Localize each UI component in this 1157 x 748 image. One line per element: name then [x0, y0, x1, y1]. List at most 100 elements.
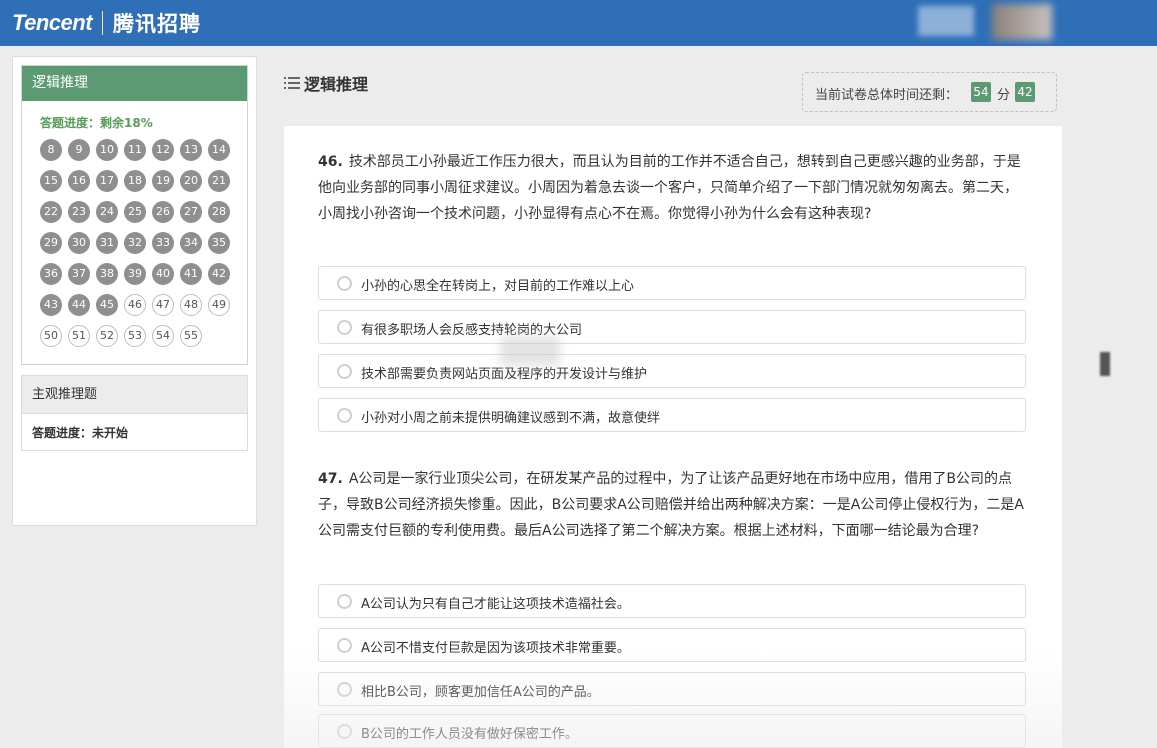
option-label: 相比B公司，顾客更加信任A公司的产品。 — [361, 685, 600, 700]
option-label: 小孙的心思全在转岗上，对目前的工作难以上心 — [361, 279, 635, 294]
question-number-8[interactable]: 8 — [40, 139, 62, 161]
question-number-21[interactable]: 21 — [208, 170, 230, 192]
question-number-37[interactable]: 37 — [68, 263, 90, 285]
blurred-user-info — [918, 6, 974, 36]
brand-logo[interactable]: Tencent 腾讯招聘 — [12, 7, 201, 39]
section-subjective: 主观推理题 答题进度：未开始 — [21, 375, 248, 451]
question-navigator: 逻辑推理 答题进度：剩余18% 8 9 10 11 12 13 14 15 16 17 18 19 20… — [12, 56, 257, 526]
question-number-15[interactable]: 15 — [40, 170, 62, 192]
question-number-14[interactable]: 14 — [208, 139, 230, 161]
radio-icon[interactable] — [337, 276, 352, 291]
question-number-31[interactable]: 31 — [96, 232, 118, 254]
radio-icon[interactable] — [337, 638, 352, 653]
question-number-47[interactable]: 47 — [152, 294, 174, 316]
question-number-44[interactable]: 44 — [68, 294, 90, 316]
question-panel: 逻辑推理 当前试卷总体时间还剩： 54 分 42 46. 技术部员工小孙最近工作压… — [284, 56, 1062, 748]
radio-icon[interactable] — [337, 594, 352, 609]
option-label: A公司不惜支付巨款是因为该项技术非常重要。 — [361, 641, 630, 656]
radio-icon[interactable] — [337, 364, 352, 379]
question-number-11[interactable]: 11 — [124, 139, 146, 161]
timer-minutes: 54 — [971, 82, 991, 102]
question-number-40[interactable]: 40 — [152, 263, 174, 285]
question-number: 46. — [318, 154, 343, 170]
question-number-35[interactable]: 35 — [208, 232, 230, 254]
option-label: B公司的工作人员没有做好保密工作。 — [361, 727, 578, 742]
radio-icon[interactable] — [337, 408, 352, 423]
list-icon — [284, 74, 300, 90]
question-number-46[interactable]: 46 — [124, 294, 146, 316]
question-number-43[interactable]: 43 — [40, 294, 62, 316]
blurred-region — [500, 336, 560, 366]
question-text: A公司是一家行业顶尖公司，在研发某产品的过程中，为了让该产品更好地在市场中应用，… — [318, 471, 1024, 539]
option-47-b[interactable]: A公司不惜支付巨款是因为该项技术非常重要。 — [318, 628, 1026, 662]
question-number-53[interactable]: 53 — [124, 325, 146, 347]
option-label: 小孙对小周之前未提供明确建议感到不满，故意使绊 — [361, 411, 661, 426]
section-logic-title[interactable]: 逻辑推理 — [22, 66, 247, 101]
question-number-55[interactable]: 55 — [180, 325, 202, 347]
question-number-48[interactable]: 48 — [180, 294, 202, 316]
radio-icon[interactable] — [337, 724, 352, 739]
question-number-18[interactable]: 18 — [124, 170, 146, 192]
question-number-51[interactable]: 51 — [68, 325, 90, 347]
option-46-b[interactable]: 有很多职场人会反感支持轮岗的大公司 — [318, 310, 1026, 344]
brand-name-en: Tencent — [12, 10, 93, 35]
section-logic: 逻辑推理 答题进度：剩余18% 8 9 10 11 12 13 14 15 16 17 18 19 20… — [21, 65, 248, 365]
question-number-41[interactable]: 41 — [180, 263, 202, 285]
question-number-12[interactable]: 12 — [152, 139, 174, 161]
question-number-49[interactable]: 49 — [208, 294, 230, 316]
question-number-32[interactable]: 32 — [124, 232, 146, 254]
timer-seconds: 42 — [1015, 82, 1035, 102]
question-number-25[interactable]: 25 — [124, 201, 146, 223]
question-number-38[interactable]: 38 — [96, 263, 118, 285]
cursor-icon — [1100, 352, 1110, 376]
exam-timer: 当前试卷总体时间还剩： 54 分 42 — [802, 72, 1057, 112]
section-logic-progress: 答题进度：剩余18% — [40, 116, 153, 130]
page-title: 逻辑推理 — [304, 75, 369, 94]
question-number-13[interactable]: 13 — [180, 139, 202, 161]
radio-icon[interactable] — [337, 320, 352, 335]
option-label: A公司认为只有自己才能让这项技术造福社会。 — [361, 597, 630, 612]
question-number-27[interactable]: 27 — [180, 201, 202, 223]
question-number-9[interactable]: 9 — [68, 139, 90, 161]
question-number-45[interactable]: 45 — [96, 294, 118, 316]
option-46-d[interactable]: 小孙对小周之前未提供明确建议感到不满，故意使绊 — [318, 398, 1026, 432]
question-number-50[interactable]: 50 — [40, 325, 62, 347]
question-number: 47. — [318, 471, 343, 487]
top-bar: Tencent 腾讯招聘 — [0, 0, 1157, 46]
question-number-30[interactable]: 30 — [68, 232, 90, 254]
question-number-24[interactable]: 24 — [96, 201, 118, 223]
question-46: 46. 技术部员工小孙最近工作压力很大，而且认为目前的工作并不适合自己，想转到自己… — [318, 149, 1028, 227]
question-47: 47. A公司是一家行业顶尖公司，在研发某产品的过程中，为了让该产品更好地在市场中… — [318, 466, 1028, 544]
section-subjective-title[interactable]: 主观推理题 — [22, 376, 247, 414]
option-47-d[interactable]: B公司的工作人员没有做好保密工作。 — [318, 714, 1026, 748]
brand-name-cn: 腾讯招聘 — [113, 12, 202, 36]
question-number-36[interactable]: 36 — [40, 263, 62, 285]
question-number-42[interactable]: 42 — [208, 263, 230, 285]
option-47-a[interactable]: A公司认为只有自己才能让这项技术造福社会。 — [318, 584, 1026, 618]
question-number-20[interactable]: 20 — [180, 170, 202, 192]
option-47-c[interactable]: 相比B公司，顾客更加信任A公司的产品。 — [318, 672, 1026, 706]
question-number-29[interactable]: 29 — [40, 232, 62, 254]
question-number-39[interactable]: 39 — [124, 263, 146, 285]
question-number-10[interactable]: 10 — [96, 139, 118, 161]
question-number-52[interactable]: 52 — [96, 325, 118, 347]
brand-divider — [102, 11, 104, 35]
panel-header: 逻辑推理 当前试卷总体时间还剩： 54 分 42 — [284, 56, 1062, 126]
question-number-22[interactable]: 22 — [40, 201, 62, 223]
radio-icon[interactable] — [337, 682, 352, 697]
section-subjective-progress: 答题进度：未开始 — [32, 426, 129, 440]
option-46-a[interactable]: 小孙的心思全在转岗上，对目前的工作难以上心 — [318, 266, 1026, 300]
question-number-28[interactable]: 28 — [208, 201, 230, 223]
question-number-19[interactable]: 19 — [152, 170, 174, 192]
question-number-16[interactable]: 16 — [68, 170, 90, 192]
question-number-33[interactable]: 33 — [152, 232, 174, 254]
avatar[interactable] — [992, 4, 1052, 40]
question-number-17[interactable]: 17 — [96, 170, 118, 192]
question-number-26[interactable]: 26 — [152, 201, 174, 223]
question-number-23[interactable]: 23 — [68, 201, 90, 223]
timer-label: 当前试卷总体时间还剩： — [815, 88, 959, 103]
question-number-34[interactable]: 34 — [180, 232, 202, 254]
question-number-54[interactable]: 54 — [152, 325, 174, 347]
timer-minutes-unit: 分 — [997, 88, 1011, 103]
option-46-c[interactable]: 技术部需要负责网站页面及程序的开发设计与维护 — [318, 354, 1026, 388]
